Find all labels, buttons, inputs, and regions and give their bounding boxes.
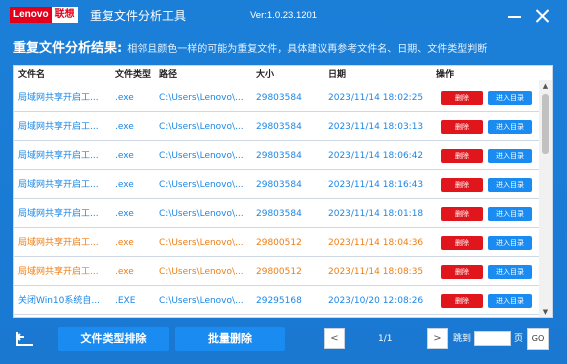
close-icon[interactable]	[533, 6, 553, 26]
table-header: 文件名 文件类型 路径 大小 日期 操作	[14, 66, 539, 84]
file-path-cell: C:\Users\Lenovo\...	[159, 296, 244, 306]
file-name-cell: 局域网共享开启工...	[18, 238, 99, 248]
file-path-cell: C:\Users\Lenovo\...	[159, 122, 244, 132]
page-jump-input[interactable]	[474, 331, 511, 346]
table-body: 局域网共享开启工... .exe C:\Users\Lenovo\... 298035…	[14, 83, 539, 315]
file-type-cell: .exe	[115, 238, 134, 248]
delete-button[interactable]: 删除	[441, 149, 483, 163]
file-date-cell: 2023/11/14 18:01:18	[328, 209, 424, 219]
table-row: 局域网共享开启工... .exe C:\Users\Lenovo\... 298035…	[14, 112, 539, 141]
file-size-cell: 29295168	[256, 296, 302, 306]
file-type-cell: .exe	[115, 209, 134, 219]
headline-description: 相邻且颜色一样的可能为重复文件，具体建议再参考文件名、日期、文件类型判断	[127, 44, 488, 55]
app-title: 重复文件分析工具	[90, 9, 187, 23]
scroll-down-icon[interactable]: ▼	[539, 306, 552, 317]
column-header-size: 大小	[256, 70, 275, 80]
version-label: Ver:1.0.23.1201	[250, 10, 318, 21]
file-size-cell: 29800512	[256, 267, 302, 277]
open-folder-button[interactable]: 进入目录	[488, 91, 532, 105]
table-row: 局域网共享开启工... .exe C:\Users\Lenovo\... 298035…	[14, 199, 539, 228]
file-size-cell: 29800512	[256, 238, 302, 248]
delete-button[interactable]: 删除	[441, 265, 483, 279]
table-row: 局域网共享开启工... .exe C:\Users\Lenovo\... 298035…	[14, 170, 539, 199]
file-size-cell: 29803584	[256, 209, 302, 219]
file-date-cell: 2023/11/14 18:08:35	[328, 267, 424, 277]
file-size-cell: 29803584	[256, 122, 302, 132]
file-date-cell: 2023/11/14 18:02:25	[328, 93, 424, 103]
file-path-cell: C:\Users\Lenovo\...	[159, 93, 244, 103]
lenovo-logo: Lenovo 联想	[10, 7, 78, 23]
delete-button[interactable]: 删除	[441, 178, 483, 192]
delete-button[interactable]: 删除	[441, 294, 483, 308]
file-size-cell: 29803584	[256, 93, 302, 103]
file-name-cell: 局域网共享开启工...	[18, 151, 99, 161]
column-header-date: 日期	[328, 70, 347, 80]
file-name-cell: 局域网共享开启工...	[18, 180, 99, 190]
app-window: Lenovo 联想 重复文件分析工具 Ver:1.0.23.1201 重复文件分…	[0, 0, 567, 364]
file-path-cell: C:\Users\Lenovo\...	[159, 238, 244, 248]
column-header-path: 路径	[159, 70, 178, 80]
file-name-cell: 局域网共享开启工...	[18, 122, 99, 132]
file-name-cell: 局域网共享开启工...	[18, 93, 99, 103]
open-folder-button[interactable]: 进入目录	[488, 120, 532, 134]
file-type-cell: .exe	[115, 122, 134, 132]
result-headline: 重复文件分析结果: 相邻且颜色一样的可能为重复文件，具体建议再参考文件名、日期、…	[13, 37, 558, 57]
file-size-cell: 29803584	[256, 151, 302, 161]
open-folder-button[interactable]: 进入目录	[488, 294, 532, 308]
column-header-action: 操作	[436, 70, 455, 80]
duplicate-file-table: 文件名 文件类型 路径 大小 日期 操作 局域网共享开启工... .exe C:\U…	[13, 65, 553, 318]
headline-title: 重复文件分析结果:	[13, 41, 123, 56]
page-unit-label: 页	[514, 334, 524, 344]
file-name-cell: 局域网共享开启工...	[18, 267, 99, 277]
file-type-cell: .exe	[115, 93, 134, 103]
table-row: 局域网共享开启工... .exe C:\Users\Lenovo\... 298035…	[14, 83, 539, 112]
logo-en: Lenovo	[10, 7, 52, 23]
page-indicator: 1/1	[378, 334, 393, 344]
delete-button[interactable]: 删除	[441, 120, 483, 134]
table-row: 局域网共享开启工... .exe C:\Users\Lenovo\... 298035…	[14, 141, 539, 170]
open-folder-button[interactable]: 进入目录	[488, 236, 532, 250]
file-date-cell: 2023/11/14 18:03:13	[328, 122, 424, 132]
file-name-cell: 局域网共享开启工...	[18, 209, 99, 219]
column-header-type: 文件类型	[115, 70, 152, 80]
back-arrow-icon[interactable]	[14, 329, 36, 349]
table-row: 局域网共享开启工... .exe C:\Users\Lenovo\... 298005…	[14, 257, 539, 286]
next-page-button[interactable]: >	[427, 328, 448, 349]
file-type-cell: .exe	[115, 180, 134, 190]
delete-button[interactable]: 删除	[441, 236, 483, 250]
file-type-exclude-button[interactable]: 文件类型排除	[58, 327, 169, 351]
logo-cn: 联想	[51, 7, 78, 23]
go-button[interactable]: GO	[527, 328, 549, 350]
jump-to-label: 跳到	[453, 334, 472, 344]
delete-button[interactable]: 删除	[441, 91, 483, 105]
file-path-cell: C:\Users\Lenovo\...	[159, 267, 244, 277]
file-date-cell: 2023/11/14 18:04:36	[328, 238, 424, 248]
prev-page-button[interactable]: <	[324, 328, 345, 349]
file-name-cell: 关闭Win10系统自...	[18, 296, 100, 306]
file-date-cell: 2023/11/14 18:16:43	[328, 180, 424, 190]
open-folder-button[interactable]: 进入目录	[488, 149, 532, 163]
file-date-cell: 2023/11/14 18:06:42	[328, 151, 424, 161]
open-folder-button[interactable]: 进入目录	[488, 178, 532, 192]
file-date-cell: 2023/10/20 12:08:26	[328, 296, 424, 306]
file-type-cell: .exe	[115, 151, 134, 161]
file-type-cell: .EXE	[115, 296, 136, 306]
open-folder-button[interactable]: 进入目录	[488, 265, 532, 279]
minimize-icon[interactable]	[505, 6, 525, 26]
column-header-name: 文件名	[18, 70, 46, 80]
table-row: 关闭Win10系统自... .EXE C:\Users\Lenovo\... 2929…	[14, 286, 539, 315]
delete-button[interactable]: 删除	[441, 207, 483, 221]
file-type-cell: .exe	[115, 267, 134, 277]
scroll-thumb[interactable]	[542, 94, 549, 154]
title-bar: Lenovo 联想 重复文件分析工具 Ver:1.0.23.1201	[0, 0, 567, 32]
batch-delete-button[interactable]: 批量删除	[175, 327, 285, 351]
table-row: 局域网共享开启工... .exe C:\Users\Lenovo\... 298005…	[14, 228, 539, 257]
scroll-up-icon[interactable]: ▲	[539, 80, 552, 92]
file-path-cell: C:\Users\Lenovo\...	[159, 180, 244, 190]
vertical-scrollbar[interactable]: ▲ ▼	[539, 80, 552, 317]
file-path-cell: C:\Users\Lenovo\...	[159, 209, 244, 219]
file-size-cell: 29803584	[256, 180, 302, 190]
open-folder-button[interactable]: 进入目录	[488, 207, 532, 221]
file-path-cell: C:\Users\Lenovo\...	[159, 151, 244, 161]
